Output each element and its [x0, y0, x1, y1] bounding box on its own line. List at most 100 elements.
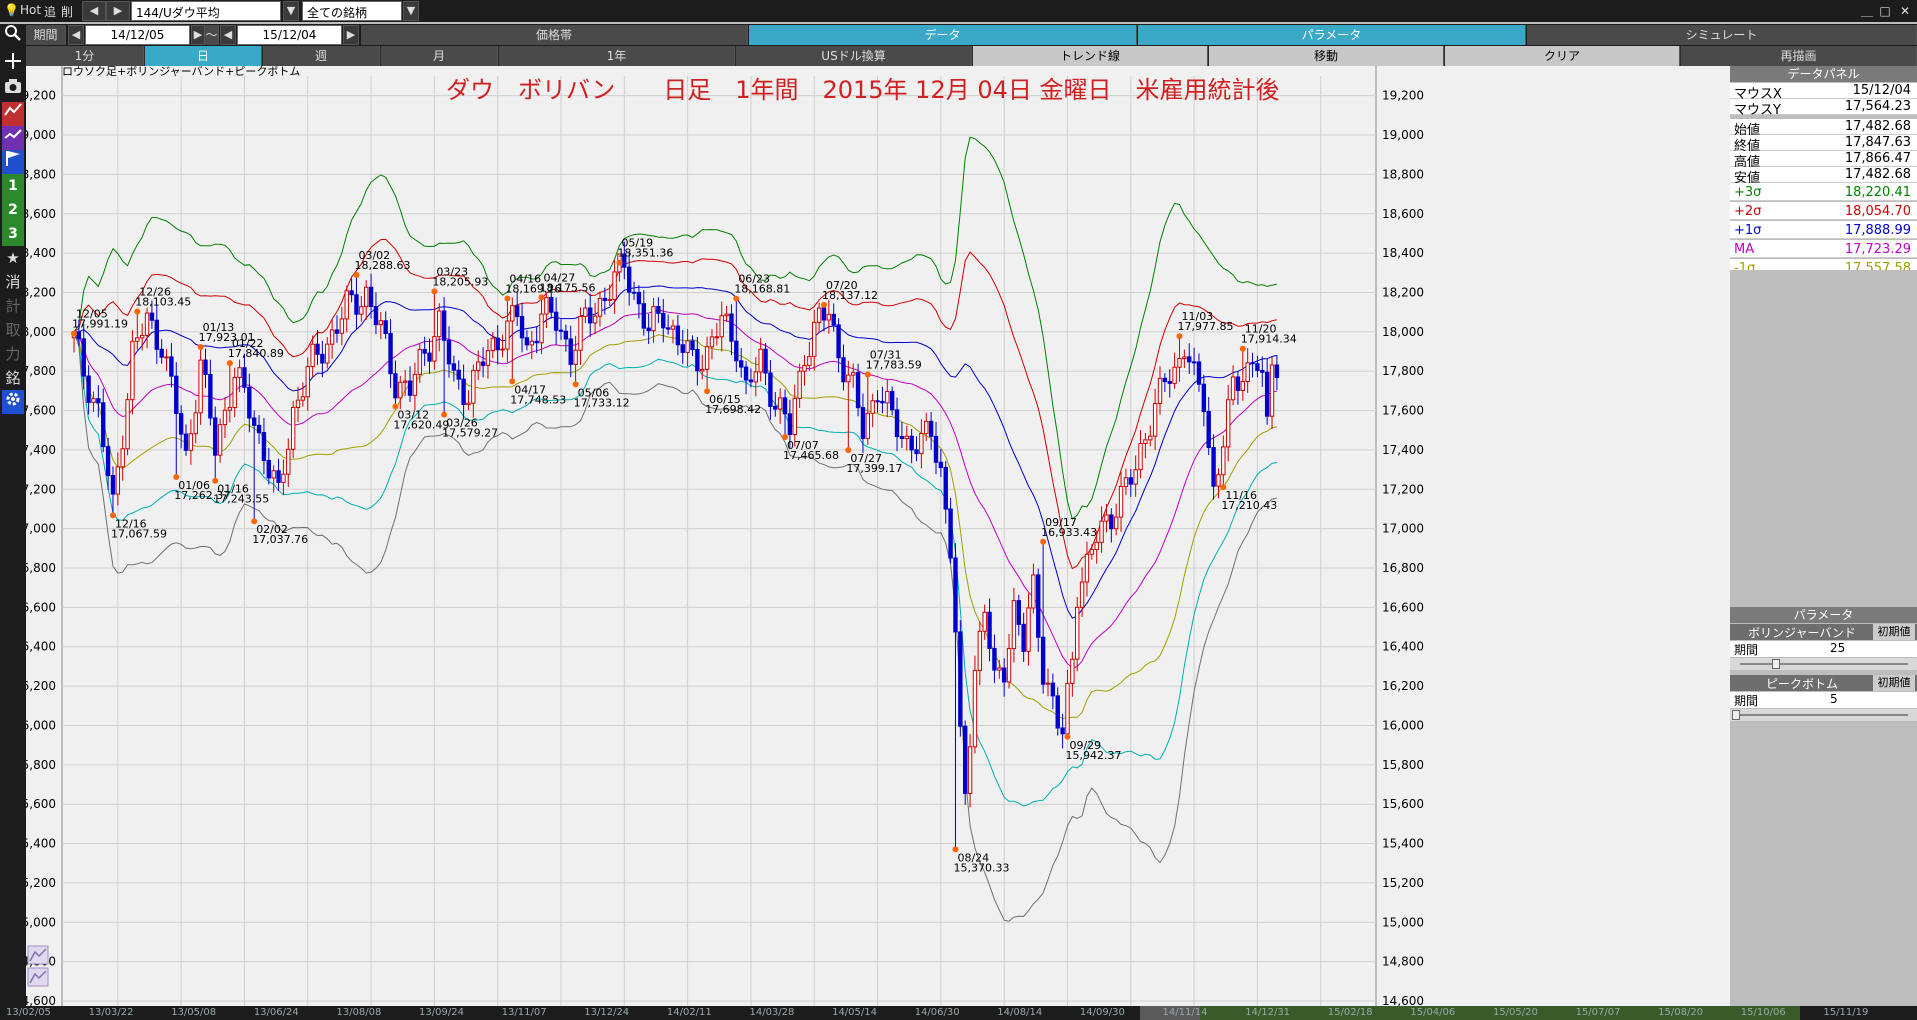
peak-value-label: 17,067.59: [111, 527, 167, 540]
data-row: 始値 17,482.68: [1730, 119, 1917, 138]
delete-button[interactable]: 削: [61, 3, 73, 20]
candle-body: [875, 400, 880, 403]
chart-mini-icon-2[interactable]: [27, 967, 49, 987]
maximize-button[interactable]: □: [1876, 2, 1894, 20]
tab-price-band[interactable]: 価格帯: [361, 25, 748, 45]
y-tick-label-right: 19,200: [1382, 89, 1424, 103]
candle-body: [290, 406, 296, 450]
add-button[interactable]: 追: [44, 3, 56, 20]
candle-body: [724, 313, 729, 317]
date-to-field[interactable]: 15/12/04: [237, 25, 342, 45]
pb-period-value[interactable]: 5: [1830, 692, 1838, 706]
tab-monthly[interactable]: 月: [381, 46, 498, 66]
line-chart-red-icon[interactable]: [2, 102, 24, 126]
pb-reset-button[interactable]: 初期値: [1873, 675, 1915, 691]
candle-body: [943, 467, 948, 510]
y-tick-label: 16,600: [26, 600, 56, 614]
symbol-dropdown-icon[interactable]: ▼: [283, 1, 299, 21]
candle-body: [665, 327, 671, 330]
candle-body: [982, 611, 987, 632]
peak-value-label: 17,579.27: [442, 427, 498, 440]
peak-marker: [1239, 345, 1246, 352]
candle-body: [1089, 548, 1095, 555]
tab-redraw[interactable]: 再描画: [1681, 46, 1917, 66]
tab-parameter[interactable]: パラメータ: [1138, 25, 1526, 45]
tab-1year[interactable]: 1年: [499, 46, 735, 66]
gear-icon[interactable]: [2, 390, 24, 414]
overview-date: 13/12/24: [584, 1007, 630, 1018]
power-side-button[interactable]: 力: [2, 342, 24, 366]
tab-daily[interactable]: 日: [145, 46, 262, 66]
from-next-button[interactable]: ▶: [191, 25, 205, 45]
next-symbol-button[interactable]: ▶: [106, 1, 130, 21]
y-tick-label: 18,000: [26, 325, 56, 339]
date-from-field[interactable]: 14/12/05: [85, 25, 190, 45]
y-tick-label-right: 17,200: [1382, 482, 1424, 496]
peak-value-label: 18,137.12: [822, 289, 878, 302]
candle-body: [164, 356, 169, 359]
y-tick-label: 19,200: [26, 89, 56, 103]
list-select[interactable]: 全ての銘柄: [302, 1, 402, 21]
tab-usd[interactable]: USドル換算: [736, 46, 972, 66]
y-tick-label-right: 16,600: [1382, 600, 1424, 614]
data-row-value: 17,564.23: [1844, 99, 1911, 114]
peak-marker: [733, 295, 740, 302]
flag-icon[interactable]: [2, 150, 24, 174]
calc-side-button[interactable]: 計: [2, 294, 24, 318]
crosshair-icon[interactable]: [2, 52, 24, 76]
bulb-icon[interactable]: 💡: [4, 3, 19, 17]
candle-body: [1065, 682, 1070, 735]
pb-slider[interactable]: [1730, 709, 1917, 721]
y-tick-label-right: 18,200: [1382, 285, 1424, 299]
tab-simulate[interactable]: シミュレート: [1527, 25, 1917, 45]
hot-button[interactable]: Hot: [20, 3, 41, 17]
peak-value-label: 17,733.12: [574, 396, 630, 409]
minimize-button[interactable]: ＿: [1858, 2, 1876, 20]
symbol-field[interactable]: 144/Uダウ平均: [131, 1, 281, 21]
search-icon[interactable]: [2, 24, 24, 48]
bb-period-value[interactable]: 25: [1830, 641, 1845, 655]
tab-clear[interactable]: クリア: [1445, 46, 1680, 66]
preset-1-button[interactable]: 1: [2, 174, 24, 198]
bb-slider-thumb[interactable]: [1772, 659, 1780, 669]
range-tilde: ～: [205, 25, 219, 45]
prev-symbol-button[interactable]: ◀: [82, 1, 106, 21]
candle-body: [568, 338, 573, 365]
preset-3-button[interactable]: 3: [2, 222, 24, 246]
overview-strip[interactable]: 13/02/05 13/03/22 13/05/08 13/06/24 13/08/08…: [0, 1006, 1917, 1020]
to-next-button[interactable]: ▶: [343, 25, 359, 45]
bb-slider[interactable]: [1730, 658, 1917, 670]
close-button[interactable]: ✕: [1896, 2, 1914, 20]
chart-mini-icon[interactable]: [27, 945, 49, 965]
from-prev-button[interactable]: ◀: [68, 25, 84, 45]
tab-1min[interactable]: 1分: [26, 46, 144, 66]
bb-reset-button[interactable]: 初期値: [1873, 624, 1915, 640]
band-row-label: +3σ: [1734, 185, 1762, 200]
candle-body: [130, 340, 135, 401]
delete-side-button[interactable]: 消: [2, 270, 24, 294]
line-chart-purple-icon[interactable]: [2, 126, 24, 150]
chart-area[interactable]: 12/05 17,991.19 12/16 17,067.59 12/26 18,103.…: [14, 65, 1730, 1020]
tab-data[interactable]: データ: [749, 25, 1137, 45]
tab-trendline[interactable]: トレンド線: [973, 46, 1208, 66]
to-prev-button[interactable]: ◀: [220, 25, 236, 45]
candle-body: [700, 368, 705, 372]
chart-svg[interactable]: 12/0517,991.1912/1617,067.5912/2618,103.…: [14, 65, 1730, 1020]
peak-value-label: 17,748.53: [510, 393, 566, 406]
candle-body: [1031, 574, 1036, 609]
star-icon[interactable]: ★: [2, 246, 24, 270]
tab-weekly[interactable]: 週: [263, 46, 380, 66]
tab-move[interactable]: 移動: [1209, 46, 1444, 66]
list-dropdown-icon[interactable]: ▼: [403, 1, 419, 21]
candle-body: [281, 473, 286, 483]
camera-icon[interactable]: [2, 78, 24, 102]
candle-body: [1152, 402, 1158, 437]
pb-slider-thumb[interactable]: [1732, 710, 1740, 720]
y-tick-label: 17,400: [26, 443, 56, 457]
candle-body: [1016, 600, 1021, 625]
y-tick-label-right: 15,600: [1382, 797, 1424, 811]
symbol-side-button[interactable]: 銘: [2, 366, 24, 390]
take-side-button[interactable]: 取: [2, 318, 24, 342]
candle-body: [792, 397, 797, 436]
preset-2-button[interactable]: 2: [2, 198, 24, 222]
